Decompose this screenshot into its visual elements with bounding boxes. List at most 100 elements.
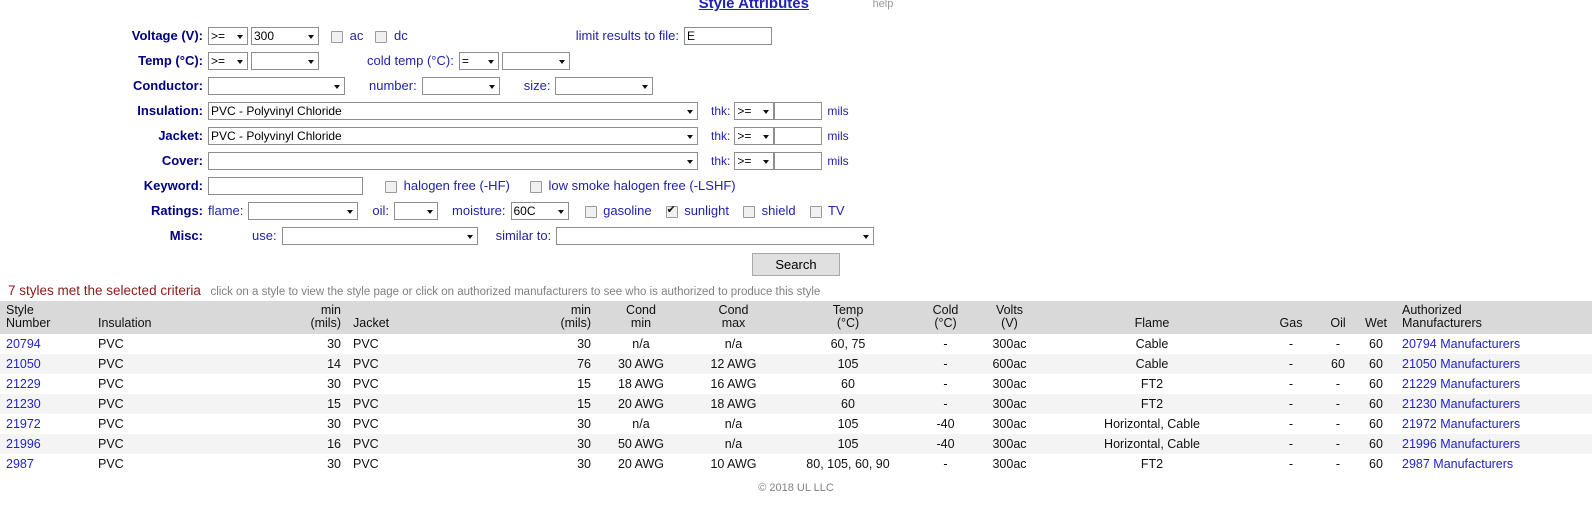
style-number-link[interactable]: 21229 bbox=[6, 377, 41, 391]
cell-jkt-min: 76 bbox=[542, 354, 597, 374]
cover-thk-comparator-select[interactable]: >= bbox=[734, 152, 774, 170]
cell-insulation: PVC bbox=[92, 454, 292, 474]
moisture-select[interactable]: 60C bbox=[511, 202, 569, 220]
temp-comparator-select[interactable]: >= bbox=[208, 52, 248, 70]
cell-flame: Horizontal, Cable bbox=[1042, 434, 1262, 454]
cold-temp-comparator-wrap: = bbox=[459, 52, 499, 70]
manufacturers-link[interactable]: 2987 Manufacturers bbox=[1402, 457, 1513, 471]
style-number-link[interactable]: 21230 bbox=[6, 397, 41, 411]
conductor-number-select[interactable] bbox=[422, 77, 500, 95]
form-row-ratings: Ratings: flame: oil: moisture: 60C gasol… bbox=[0, 198, 1592, 223]
manufacturers-link[interactable]: 21972 Manufacturers bbox=[1402, 417, 1520, 431]
voltage-ac-checkbox[interactable] bbox=[331, 31, 343, 43]
tv-checkbox[interactable] bbox=[810, 206, 822, 218]
help-link[interactable]: help bbox=[873, 0, 894, 10]
insulation-thk-comparator-select[interactable]: >= bbox=[734, 102, 774, 120]
cell-cold: - bbox=[914, 374, 977, 394]
cell-gas: - bbox=[1262, 454, 1320, 474]
jacket-select[interactable]: PVC - Polyvinyl Chloride bbox=[208, 127, 698, 145]
results-summary: 7 styles met the selected criteria click… bbox=[0, 281, 1592, 301]
cell-temp: 105 bbox=[782, 414, 914, 434]
manufacturers-link[interactable]: 21050 Manufacturers bbox=[1402, 357, 1520, 371]
cell-manufacturers[interactable]: 21050 Manufacturers bbox=[1396, 354, 1592, 374]
style-number-link[interactable]: 20794 bbox=[6, 337, 41, 351]
cell-cond-max: 16 AWG bbox=[685, 374, 782, 394]
jacket-thk-input[interactable] bbox=[774, 127, 822, 145]
temp-value-select[interactable] bbox=[251, 52, 319, 70]
cell-style[interactable]: 21050 bbox=[0, 354, 92, 374]
cell-manufacturers[interactable]: 21996 Manufacturers bbox=[1396, 434, 1592, 454]
cell-ins-min: 15 bbox=[292, 394, 347, 414]
limit-file-input[interactable] bbox=[684, 27, 772, 45]
style-number-link[interactable]: 21972 bbox=[6, 417, 41, 431]
col-cond-min: Condmin bbox=[597, 301, 685, 334]
col-jkt-min-l2: (mils) bbox=[560, 316, 591, 330]
manufacturers-link[interactable]: 21996 Manufacturers bbox=[1402, 437, 1520, 451]
lshf-checkbox[interactable] bbox=[530, 181, 542, 193]
manufacturers-link[interactable]: 20794 Manufacturers bbox=[1402, 337, 1520, 351]
cell-manufacturers[interactable]: 21229 Manufacturers bbox=[1396, 374, 1592, 394]
cold-temp-comparator-select[interactable]: = bbox=[459, 52, 499, 70]
conductor-size-select[interactable] bbox=[555, 77, 653, 95]
cell-style[interactable]: 21230 bbox=[0, 394, 92, 414]
halogen-free-checkbox[interactable] bbox=[385, 181, 397, 193]
conductor-label: Conductor: bbox=[0, 78, 208, 93]
cell-style[interactable]: 20794 bbox=[0, 334, 92, 354]
voltage-dc-checkbox[interactable] bbox=[375, 31, 387, 43]
col-gas-l1: Gas bbox=[1280, 316, 1303, 330]
halogen-free-group: halogen free (-HF) bbox=[385, 178, 510, 193]
cell-volts: 600ac bbox=[977, 354, 1042, 374]
cover-thk-comparator-wrap: >= bbox=[734, 152, 774, 170]
manufacturers-link[interactable]: 21230 Manufacturers bbox=[1402, 397, 1520, 411]
cell-manufacturers[interactable]: 21972 Manufacturers bbox=[1396, 414, 1592, 434]
jacket-thk-comparator-select[interactable]: >= bbox=[734, 127, 774, 145]
shield-checkbox[interactable] bbox=[743, 206, 755, 218]
cover-select[interactable] bbox=[208, 152, 698, 170]
cell-manufacturers[interactable]: 2987 Manufacturers bbox=[1396, 454, 1592, 474]
style-number-link[interactable]: 21996 bbox=[6, 437, 41, 451]
cell-jkt-min: 15 bbox=[542, 374, 597, 394]
cover-thk-input[interactable] bbox=[774, 152, 822, 170]
col-cold-l2: (°C) bbox=[934, 316, 956, 330]
keyword-input[interactable] bbox=[208, 177, 363, 195]
flame-select[interactable] bbox=[248, 202, 358, 220]
conductor-number-wrap bbox=[422, 77, 500, 95]
style-number-link[interactable]: 21050 bbox=[6, 357, 41, 371]
cell-oil: - bbox=[1320, 334, 1356, 354]
cell-style[interactable]: 2987 bbox=[0, 454, 92, 474]
insulation-thk-unit: mils bbox=[827, 104, 848, 118]
page-title-link[interactable]: Style Attributes bbox=[699, 0, 809, 12]
use-select[interactable] bbox=[282, 227, 478, 245]
cell-style[interactable]: 21229 bbox=[0, 374, 92, 394]
col-temp-l2: (°C) bbox=[837, 316, 859, 330]
voltage-label: Voltage (V): bbox=[0, 28, 208, 43]
insulation-select[interactable]: PVC - Polyvinyl Chloride bbox=[208, 102, 698, 120]
styles-header-row: StyleNumber Insulation min(mils) Jacket … bbox=[0, 301, 1592, 334]
search-button[interactable]: Search bbox=[752, 253, 839, 276]
cold-temp-value-select[interactable] bbox=[502, 52, 570, 70]
cell-manufacturers[interactable]: 21230 Manufacturers bbox=[1396, 394, 1592, 414]
voltage-value-select[interactable]: 300 bbox=[251, 27, 319, 45]
style-number-link[interactable]: 2987 bbox=[6, 457, 34, 471]
manufacturers-link[interactable]: 21229 Manufacturers bbox=[1402, 377, 1520, 391]
temp-value-wrap bbox=[251, 52, 319, 70]
cell-cond-min: 20 AWG bbox=[597, 454, 685, 474]
gasoline-checkbox[interactable] bbox=[585, 206, 597, 218]
insulation-thk-input[interactable] bbox=[774, 102, 822, 120]
cell-style[interactable]: 21996 bbox=[0, 434, 92, 454]
cell-cond-min: 20 AWG bbox=[597, 394, 685, 414]
col-ins-min-l2: (mils) bbox=[310, 316, 341, 330]
form-row-jacket: Jacket: PVC - Polyvinyl Chloride thk: >=… bbox=[0, 123, 1592, 148]
oil-select[interactable] bbox=[394, 202, 438, 220]
cell-style[interactable]: 21972 bbox=[0, 414, 92, 434]
cell-ins-min: 30 bbox=[292, 414, 347, 434]
sunlight-checkbox[interactable] bbox=[666, 206, 678, 218]
col-gas: Gas bbox=[1262, 301, 1320, 334]
col-volts-l1: Volts bbox=[996, 303, 1023, 317]
conductor-select[interactable] bbox=[208, 77, 345, 95]
temp-comparator-wrap: >= bbox=[208, 52, 248, 70]
voltage-comparator-select[interactable]: >= bbox=[208, 27, 248, 45]
similar-to-select[interactable] bbox=[556, 227, 874, 245]
cell-cond-max: 18 AWG bbox=[685, 394, 782, 414]
cell-manufacturers[interactable]: 20794 Manufacturers bbox=[1396, 334, 1592, 354]
